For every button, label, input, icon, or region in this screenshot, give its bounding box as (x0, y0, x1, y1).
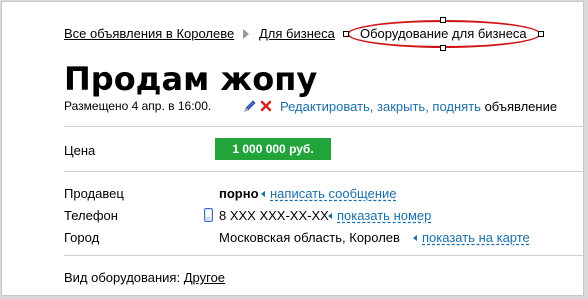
equipment-type: Вид оборудования: Другое (64, 270, 225, 285)
selection-handle-left (343, 31, 349, 37)
divider (64, 126, 584, 127)
price-badge: 1 000 000 руб. (215, 138, 331, 160)
seller-name: порно (219, 186, 259, 201)
show-on-map-link[interactable]: показать на карте (422, 230, 530, 245)
page-frame: Все объявления в Королеве Для бизнеса Об… (1, 1, 584, 296)
divider (64, 255, 584, 256)
write-message-link[interactable]: написать сообщение (270, 186, 397, 201)
breadcrumb-business[interactable]: Для бизнеса (259, 26, 335, 41)
breadcrumb-separator-icon (243, 29, 249, 39)
divider (64, 171, 584, 172)
pencil-icon[interactable] (243, 99, 257, 113)
write-message[interactable]: написать сообщение (255, 186, 397, 201)
delete-icon[interactable] (259, 99, 273, 113)
selection-handle-bottom (440, 45, 446, 51)
phone-label: Телефон (64, 208, 118, 223)
edit-close-raise-link[interactable]: Редактировать, закрыть, поднять (280, 99, 481, 114)
selection-handle-top (440, 17, 446, 23)
arrow-left-icon (328, 213, 332, 220)
seller-label: Продавец (64, 186, 124, 201)
posted-date: Размещено 4 апр. в 16:00. (64, 99, 212, 113)
show-on-map[interactable]: показать на карте (407, 230, 530, 245)
arrow-left-icon (261, 191, 265, 198)
show-number-link[interactable]: показать номер (337, 208, 431, 223)
phone-number: 8 XXX XXX-XX-XX (219, 208, 329, 223)
city-value: Московская область, Королев (219, 230, 400, 245)
price-label: Цена (64, 143, 96, 158)
phone-icon (204, 208, 213, 222)
equipment-type-label: Вид оборудования: (64, 270, 181, 285)
selection-handle-right (538, 31, 544, 37)
ad-actions: Редактировать, закрыть, поднять объявлен… (280, 99, 557, 114)
show-number[interactable]: показать номер (322, 208, 431, 223)
equipment-type-link[interactable]: Другое (184, 270, 225, 285)
breadcrumb-all-ads[interactable]: Все объявления в Королеве (64, 26, 234, 41)
page-title: Продам жопу (64, 60, 318, 98)
ad-actions-suffix: объявление (484, 99, 558, 114)
annotation-ellipse (347, 20, 541, 48)
city-label: Город (64, 230, 100, 245)
arrow-left-icon (413, 235, 417, 242)
